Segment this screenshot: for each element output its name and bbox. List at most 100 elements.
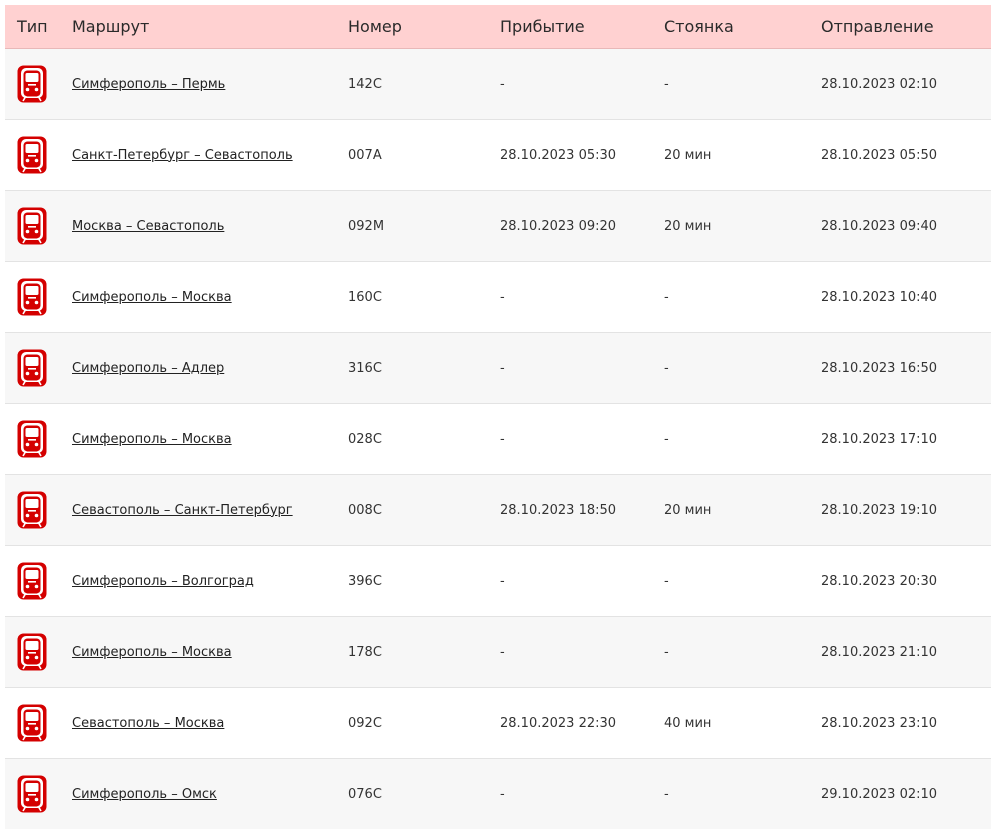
route-cell: Санкт-Петербург – Севастополь <box>72 120 293 190</box>
train-icon <box>17 65 47 103</box>
arrival-time: - <box>500 289 505 305</box>
table-row: Симферополь – Пермь 142С - - 28.10.2023 … <box>5 49 991 120</box>
table-body: Симферополь – Пермь 142С - - 28.10.2023 … <box>5 49 991 829</box>
arrival-time: 28.10.2023 18:50 <box>500 502 617 518</box>
train-number: 316С <box>348 360 382 376</box>
train-icon <box>17 278 47 316</box>
stop-duration: 20 мин <box>664 147 712 163</box>
train-number: 008С <box>348 502 382 518</box>
route-cell: Симферополь – Пермь <box>72 49 225 119</box>
arrival-time: - <box>500 360 505 376</box>
train-icon <box>17 633 47 671</box>
train-number: 160С <box>348 289 382 305</box>
departure-time: 28.10.2023 10:40 <box>821 289 938 305</box>
stop-duration: - <box>664 786 669 802</box>
route-cell: Симферополь – Москва <box>72 404 232 474</box>
arrival-time: 28.10.2023 22:30 <box>500 715 617 731</box>
train-number: 028С <box>348 431 382 447</box>
type-cell <box>17 546 47 616</box>
table-row: Симферополь – Адлер 316С - - 28.10.2023 … <box>5 333 991 404</box>
stop-duration: 40 мин <box>664 715 712 731</box>
stop-duration: 20 мин <box>664 502 712 518</box>
route-cell: Симферополь – Адлер <box>72 333 224 403</box>
train-number: 007А <box>348 147 382 163</box>
type-cell <box>17 688 47 758</box>
departure-time: 28.10.2023 19:10 <box>821 502 938 518</box>
table-row: Санкт-Петербург – Севастополь 007А 28.10… <box>5 120 991 191</box>
table-row: Симферополь – Волгоград 396С - - 28.10.2… <box>5 546 991 617</box>
route-cell: Севастополь – Санкт-Петербург <box>72 475 293 545</box>
train-number: 092С <box>348 715 382 731</box>
table-row: Симферополь – Москва 160С - - 28.10.2023… <box>5 262 991 333</box>
header-type: Тип <box>17 17 48 36</box>
train-icon <box>17 704 47 742</box>
stop-duration: - <box>664 289 669 305</box>
route-link[interactable]: Санкт-Петербург – Севастополь <box>72 148 293 163</box>
stop-duration: 20 мин <box>664 218 712 234</box>
train-number: 396С <box>348 573 382 589</box>
route-cell: Симферополь – Волгоград <box>72 546 254 616</box>
train-icon <box>17 420 47 458</box>
route-link[interactable]: Симферополь – Омск <box>72 787 217 802</box>
table-row: Москва – Севастополь 092М 28.10.2023 09:… <box>5 191 991 262</box>
departure-time: 28.10.2023 02:10 <box>821 76 938 92</box>
route-cell: Симферополь – Москва <box>72 617 232 687</box>
header-number: Номер <box>348 17 402 36</box>
type-cell <box>17 191 47 261</box>
type-cell <box>17 120 47 190</box>
train-icon <box>17 562 47 600</box>
stop-duration: - <box>664 573 669 589</box>
route-link[interactable]: Симферополь – Адлер <box>72 361 224 376</box>
stop-duration: - <box>664 76 669 92</box>
train-icon <box>17 775 47 813</box>
route-cell: Москва – Севастополь <box>72 191 224 261</box>
train-icon <box>17 491 47 529</box>
table-header: Тип Маршрут Номер Прибытие Стоянка Отпра… <box>5 5 991 49</box>
type-cell <box>17 333 47 403</box>
route-link[interactable]: Севастополь – Москва <box>72 716 224 731</box>
departure-time: 28.10.2023 21:10 <box>821 644 938 660</box>
route-link[interactable]: Симферополь – Волгоград <box>72 574 254 589</box>
arrival-time: - <box>500 573 505 589</box>
departure-time: 28.10.2023 20:30 <box>821 573 938 589</box>
route-link[interactable]: Симферополь – Москва <box>72 432 232 447</box>
type-cell <box>17 404 47 474</box>
type-cell <box>17 759 47 829</box>
route-cell: Симферополь – Москва <box>72 262 232 332</box>
train-icon <box>17 207 47 245</box>
route-link[interactable]: Симферополь – Пермь <box>72 77 225 92</box>
departure-time: 28.10.2023 05:50 <box>821 147 938 163</box>
train-number: 092М <box>348 218 385 234</box>
table-row: Симферополь – Москва 028С - - 28.10.2023… <box>5 404 991 475</box>
arrival-time: - <box>500 644 505 660</box>
type-cell <box>17 475 47 545</box>
header-route: Маршрут <box>72 17 150 36</box>
route-link[interactable]: Симферополь – Москва <box>72 290 232 305</box>
route-link[interactable]: Севастополь – Санкт-Петербург <box>72 503 293 518</box>
train-number: 178С <box>348 644 382 660</box>
table-row: Симферополь – Омск 076С - - 29.10.2023 0… <box>5 759 991 829</box>
type-cell <box>17 262 47 332</box>
stop-duration: - <box>664 360 669 376</box>
route-link[interactable]: Москва – Севастополь <box>72 219 224 234</box>
header-departure: Отправление <box>821 17 934 36</box>
arrival-time: - <box>500 76 505 92</box>
table-row: Симферополь – Москва 178С - - 28.10.2023… <box>5 617 991 688</box>
arrival-time: - <box>500 431 505 447</box>
type-cell <box>17 49 47 119</box>
table-row: Севастополь – Москва 092С 28.10.2023 22:… <box>5 688 991 759</box>
departure-time: 28.10.2023 09:40 <box>821 218 938 234</box>
table-row: Севастополь – Санкт-Петербург 008С 28.10… <box>5 475 991 546</box>
train-number: 076С <box>348 786 382 802</box>
header-arrival: Прибытие <box>500 17 585 36</box>
arrival-time: 28.10.2023 05:30 <box>500 147 617 163</box>
route-link[interactable]: Симферополь – Москва <box>72 645 232 660</box>
departure-time: 28.10.2023 17:10 <box>821 431 938 447</box>
schedule-table: Тип Маршрут Номер Прибытие Стоянка Отпра… <box>5 5 991 829</box>
departure-time: 28.10.2023 16:50 <box>821 360 938 376</box>
arrival-time: 28.10.2023 09:20 <box>500 218 617 234</box>
departure-time: 29.10.2023 02:10 <box>821 786 938 802</box>
route-cell: Симферополь – Омск <box>72 759 217 829</box>
header-stop: Стоянка <box>664 17 734 36</box>
type-cell <box>17 617 47 687</box>
